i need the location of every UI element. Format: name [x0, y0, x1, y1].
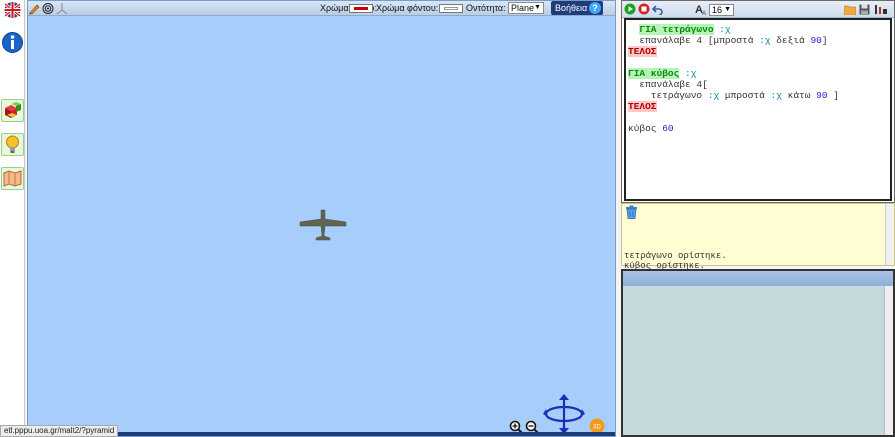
pencil-icon[interactable] — [28, 2, 40, 18]
code-line: κύβος 60 — [628, 123, 888, 134]
font-size-icon: A A — [695, 4, 706, 16]
play-icon[interactable] — [624, 3, 636, 15]
bg-color-swatch[interactable] — [439, 4, 463, 13]
chevron-down-icon: ▼ — [724, 6, 731, 13]
code-token: δεξιά — [770, 35, 811, 46]
code-line: ΤΕΛΟΣ — [628, 46, 888, 57]
app-window: Χρώμα στυλό: Χρώμα φόντου: Οντότητα: Pla… — [0, 0, 895, 437]
entity-select[interactable]: Plane ▼ — [508, 2, 544, 14]
status-url: etl.pppu.uoa.gr/malt2/?pyramid — [0, 425, 119, 437]
console-output: τετράγωνο ορίστηκε.κύβος ορίστηκε.σφάλμα… — [621, 203, 895, 281]
code-editor-panel: A A 16 ▼ ΓΙΑ τετράγωνο :χ επανάλαβε 4 [μ… — [621, 0, 895, 203]
code-line: ΓΙΑ τετράγωνο :χ — [628, 24, 888, 35]
code-token: ΓΙΑ τετράγωνο — [639, 24, 714, 35]
plane-turtle — [299, 209, 347, 241]
font-size-select[interactable]: 16 ▼ — [709, 4, 734, 16]
folder-icon[interactable] — [844, 4, 856, 15]
svg-text:3D: 3D — [593, 425, 601, 431]
lower-panel-header — [623, 271, 893, 286]
code-line: επανάλαβε 4 [μπροστά :χ δεξιά 90] — [628, 35, 888, 46]
entity-label: Οντότητα: — [466, 3, 506, 13]
code-token: ] — [821, 35, 828, 46]
font-size-value: 16 — [712, 5, 723, 15]
code-token: 90 — [810, 35, 822, 46]
lower-panel-scrollbar[interactable] — [884, 286, 893, 435]
help-button-label: Βοήθεια — [555, 3, 588, 13]
code-token: ] — [827, 90, 839, 101]
entity-select-value: Plane — [511, 3, 535, 13]
code-token: ΤΕΛΟΣ — [628, 46, 657, 57]
code-token: μπροστά — [719, 90, 771, 101]
svg-text:A: A — [702, 11, 706, 16]
uk-flag-icon[interactable] — [1, 2, 24, 25]
code-token: επανάλαβε 4 [μπροστά — [628, 35, 760, 46]
editor-toolbar: A A 16 ▼ — [622, 1, 894, 18]
target-icon[interactable] — [42, 2, 54, 18]
code-token: 60 — [662, 123, 674, 134]
bg-color-label: Χρώμα φόντου: — [376, 3, 439, 13]
code-line: επανάλαβε 4[ — [628, 79, 888, 90]
line-width-icon[interactable] — [874, 4, 888, 15]
code-text-area[interactable]: ΓΙΑ τετράγωνο :χ επανάλαβε 4 [μπροστά :χ… — [624, 18, 892, 201]
pen-color-sample — [354, 7, 368, 10]
code-token: κύβος — [628, 123, 663, 134]
code-token: κάτω — [781, 90, 817, 101]
code-line: ΓΙΑ κύβος :χ — [628, 68, 888, 79]
lightbulb-icon[interactable] — [1, 133, 24, 156]
cubes-icon[interactable] — [1, 99, 24, 122]
console-scrollbar[interactable] — [885, 204, 894, 265]
pen-color-swatch[interactable] — [349, 4, 373, 13]
code-token: επανάλαβε 4[ — [628, 79, 708, 90]
code-token: :χ — [707, 90, 720, 101]
left-toolbar — [0, 0, 25, 437]
trash-icon[interactable] — [625, 205, 638, 219]
help-icon: ? — [589, 2, 601, 14]
code-token: ΓΙΑ κύβος — [628, 68, 680, 79]
canvas-panel[interactable]: Χρώμα στυλό: Χρώμα φόντου: Οντότητα: Pla… — [27, 0, 616, 437]
code-token: :χ — [770, 90, 782, 101]
code-line: τετράγωνο :χ μπροστά :χ κάτω 90 ] — [628, 90, 888, 101]
code-token: :χ — [679, 68, 697, 79]
map-icon[interactable] — [1, 167, 24, 190]
chevron-down-icon: ▼ — [534, 4, 541, 11]
code-token: 90 — [816, 90, 828, 101]
help-button[interactable]: Βοήθεια ? — [551, 1, 603, 15]
code-token: τετράγωνο — [628, 90, 708, 101]
code-token: :χ — [713, 24, 731, 35]
code-token: :χ — [759, 35, 771, 46]
stop-icon[interactable] — [638, 3, 650, 15]
canvas-toolbar: Χρώμα στυλό: Χρώμα φόντου: Οντότητα: Pla… — [28, 1, 615, 16]
bg-color-sample — [444, 7, 458, 10]
save-icon[interactable] — [859, 4, 870, 15]
axes-icon[interactable] — [56, 2, 68, 18]
info-icon[interactable] — [1, 31, 24, 54]
lower-panel — [621, 269, 895, 437]
console-line: τετράγωνο ορίστηκε. — [624, 251, 727, 261]
rotate-view-icon[interactable] — [542, 392, 586, 436]
code-token: ΤΕΛΟΣ — [628, 101, 657, 112]
undo-icon[interactable] — [652, 3, 664, 15]
code-line: ΤΕΛΟΣ — [628, 101, 888, 112]
